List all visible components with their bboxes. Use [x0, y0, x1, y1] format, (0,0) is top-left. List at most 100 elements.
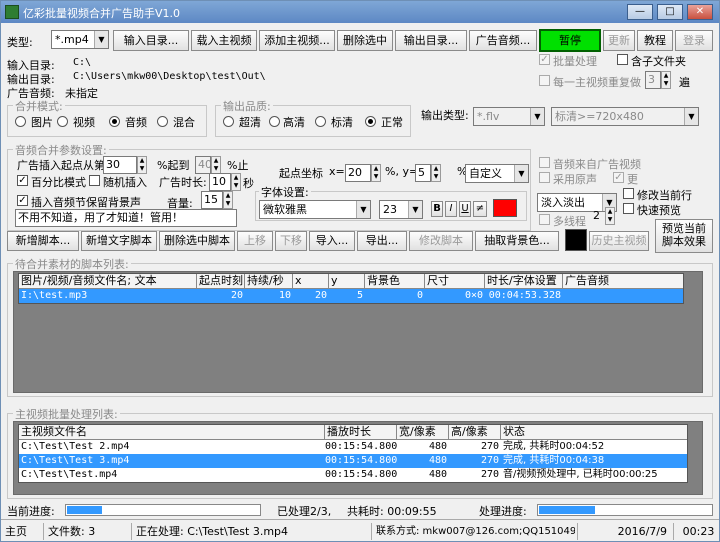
audio-from-ad-checkbox[interactable]: [539, 157, 550, 168]
output-format-select[interactable]: *.flv ▼: [473, 107, 545, 126]
cell-status: 音/视频预处理中, 已耗时00:00:25: [503, 469, 658, 480]
start-input[interactable]: 30: [103, 156, 137, 174]
history-button[interactable]: 历史主视频: [589, 231, 649, 251]
percent-mode-checkbox[interactable]: ✓: [17, 175, 28, 186]
col-size[interactable]: 尺寸: [425, 274, 485, 289]
underline-button[interactable]: U: [459, 201, 471, 217]
table-row[interactable]: C:\Test\Test 3.mp4 00:15:54.800 480 270 …: [19, 454, 687, 468]
pause-button[interactable]: 暂停: [539, 29, 601, 52]
import-button[interactable]: 导入...: [309, 231, 355, 251]
move-down-button[interactable]: 下移: [275, 231, 307, 251]
minimize-button[interactable]: —: [627, 4, 653, 20]
input-dir-button[interactable]: 输入目录...: [113, 30, 189, 51]
position-preset-select[interactable]: 自定义 ▼: [465, 164, 529, 183]
quality-normal-radio[interactable]: [365, 116, 376, 127]
thread-count-spinner[interactable]: ▲ ▼: [605, 207, 615, 225]
use-original-checkbox[interactable]: [539, 172, 550, 183]
modify-script-button[interactable]: 修改脚本: [409, 231, 473, 251]
table-row[interactable]: C:\Test\Test 2.mp4 00:15:54.800 480 270 …: [19, 440, 687, 454]
load-main-video-button[interactable]: 载入主视频: [191, 30, 257, 51]
quality-high-radio[interactable]: [269, 116, 280, 127]
bold-button[interactable]: B: [431, 201, 443, 217]
new-script-button[interactable]: 新增脚本...: [7, 231, 79, 251]
main-list-panel: 主视频文件名 播放时长 宽/像素 高/像素 状态 C:\Test\Test 2.…: [13, 421, 703, 495]
end-input[interactable]: 40: [195, 156, 211, 174]
move-up-button[interactable]: 上移: [237, 231, 273, 251]
delete-selected-button[interactable]: 删除选中: [337, 30, 393, 51]
table-row[interactable]: C:\Test\Test.mp4 00:15:54.800 480 270 音/…: [19, 468, 687, 482]
col-start[interactable]: 起点时刻: [197, 274, 245, 289]
batch-process-checkbox[interactable]: ✓: [539, 54, 550, 65]
col-y[interactable]: y: [329, 274, 365, 289]
col-width[interactable]: 宽/像素: [397, 425, 449, 440]
col-play-duration[interactable]: 播放时长: [325, 425, 397, 440]
type-select[interactable]: *.mp4 ▼: [51, 30, 109, 49]
col-duration[interactable]: 持续/秒: [245, 274, 293, 289]
merge-mode-audio-radio[interactable]: [109, 116, 120, 127]
login-button[interactable]: 登录: [675, 30, 713, 51]
repeat-spinner[interactable]: ▲ ▼: [661, 71, 671, 89]
quality-ultra-radio[interactable]: [223, 116, 234, 127]
font-name-select[interactable]: 微软雅黑 ▼: [259, 200, 371, 219]
col-status[interactable]: 状态: [501, 425, 687, 440]
ad-text-input[interactable]: 不用不知道，用了才知道！管用！: [15, 209, 237, 227]
multi-thread-checkbox[interactable]: [539, 214, 550, 225]
main-video-table[interactable]: 主视频文件名 播放时长 宽/像素 高/像素 状态 C:\Test\Test 2.…: [18, 424, 688, 483]
tutorial-button[interactable]: 教程: [637, 30, 673, 51]
keep-bg-sound-checkbox[interactable]: ✓: [17, 195, 28, 206]
ad-duration-input[interactable]: 10: [209, 173, 231, 191]
status-contact: 联系方式: mkw007@126.com;QQ15104946: [371, 523, 575, 540]
strike-button[interactable]: ≠: [473, 201, 487, 217]
col-length[interactable]: 时长/字体设置: [485, 274, 563, 289]
col-ad-audio[interactable]: 广告音频: [563, 274, 683, 289]
ad-duration-spinner[interactable]: ▲ ▼: [231, 173, 241, 191]
repeat-input[interactable]: 3: [645, 71, 661, 89]
font-color-swatch[interactable]: [493, 199, 517, 217]
new-text-script-button[interactable]: 新增文字脚本: [81, 231, 157, 251]
add-main-video-button[interactable]: 添加主视频...: [259, 30, 335, 51]
app-icon: [5, 5, 19, 19]
preview-effect-button[interactable]: 预览当前脚本效果: [655, 219, 713, 253]
script-table[interactable]: 图片/视频/音频文件名; 文本 起点时刻 持续/秒 x y 背景色 尺寸 时长/…: [18, 273, 684, 304]
output-dir-button[interactable]: 输出目录...: [395, 30, 467, 51]
volume-input[interactable]: 15: [201, 191, 223, 209]
status-home[interactable]: 主页: [1, 523, 41, 540]
start-spinner[interactable]: ▲ ▼: [137, 156, 147, 174]
cell-filename: I:\test.mp3: [21, 290, 88, 301]
table-row[interactable]: I:\test.mp3 20 10 20 5 0 0×0 00:04:53.32…: [19, 289, 683, 303]
random-insert-checkbox[interactable]: [89, 175, 100, 186]
cell-height: 270: [480, 441, 499, 452]
merge-mode-image-radio[interactable]: [15, 116, 26, 127]
close-button[interactable]: ✕: [687, 4, 713, 20]
y-input[interactable]: 5: [415, 164, 431, 182]
volume-spinner[interactable]: ▲ ▼: [223, 191, 233, 209]
output-resolution-select[interactable]: 标清>=720x480 ▼: [551, 107, 699, 126]
use-mp3-checkbox[interactable]: ✓: [613, 172, 624, 183]
font-size-select[interactable]: 23 ▼: [379, 200, 423, 219]
merge-mode-video-radio[interactable]: [57, 116, 68, 127]
merge-mode-mixed-radio[interactable]: [157, 116, 168, 127]
pick-bg-color-button[interactable]: 抽取背景色...: [475, 231, 559, 251]
fast-preview-checkbox[interactable]: [623, 203, 634, 214]
col-x[interactable]: x: [293, 274, 329, 289]
end-spinner[interactable]: ▲ ▼: [211, 156, 221, 174]
modify-row-checkbox[interactable]: [623, 188, 634, 199]
repeat-checkbox[interactable]: [539, 75, 550, 86]
delete-script-button[interactable]: 删除选中脚本: [159, 231, 235, 251]
x-input[interactable]: 20: [345, 164, 371, 182]
col-filename[interactable]: 图片/视频/音频文件名; 文本: [19, 274, 197, 289]
x-spinner[interactable]: ▲ ▼: [371, 164, 381, 182]
maximize-button[interactable]: □: [657, 4, 683, 20]
cell-play-duration: 00:15:54.800: [325, 469, 397, 480]
bg-color-swatch[interactable]: [565, 229, 587, 251]
quality-standard-radio[interactable]: [315, 116, 326, 127]
italic-button[interactable]: I: [445, 201, 457, 217]
update-button[interactable]: 更新: [603, 30, 635, 51]
col-height[interactable]: 高/像素: [449, 425, 501, 440]
col-main-filename[interactable]: 主视频文件名: [19, 425, 325, 440]
export-button[interactable]: 导出...: [357, 231, 407, 251]
col-bgcolor[interactable]: 背景色: [365, 274, 425, 289]
include-subfolders-checkbox[interactable]: [617, 54, 628, 65]
ad-audio-button[interactable]: 广告音频...: [469, 30, 537, 51]
y-spinner[interactable]: ▲ ▼: [431, 164, 441, 182]
